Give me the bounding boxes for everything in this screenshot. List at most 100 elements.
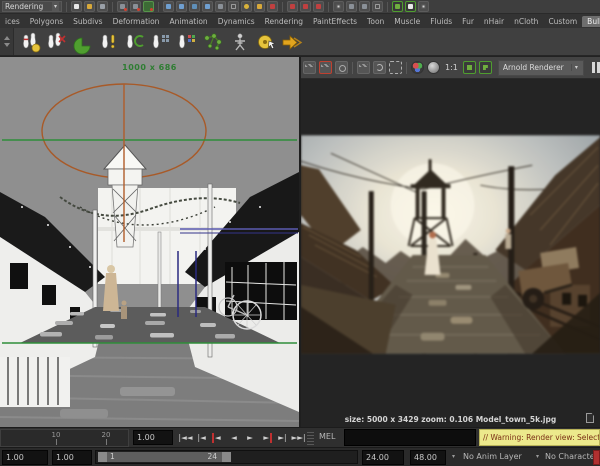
render-region-icon[interactable]: [389, 61, 402, 74]
bullet-rigid-body-icon[interactable]: [23, 33, 40, 52]
bullet-constraint-icon[interactable]: [102, 35, 114, 48]
ipr-render-icon[interactable]: [357, 61, 370, 74]
save-scene-icon[interactable]: [97, 1, 108, 12]
highlight-icon[interactable]: [267, 1, 278, 12]
shelf-tab-ncloth[interactable]: nCloth: [509, 16, 543, 27]
keep-image-icon[interactable]: [463, 61, 476, 74]
snap-magnet-3-icon[interactable]: [313, 1, 324, 12]
shelf-tab-polygons[interactable]: Polygons: [25, 16, 68, 27]
snap-magnet-1-icon[interactable]: [287, 1, 298, 12]
command-line-input[interactable]: [344, 429, 476, 446]
mel-label[interactable]: MEL: [319, 432, 335, 441]
bullet-soft-body-icon[interactable]: [48, 33, 65, 48]
render-icon[interactable]: [303, 61, 316, 74]
shelf-tab-surfaces[interactable]: ices: [0, 16, 25, 27]
range-start-handle[interactable]: [98, 452, 107, 462]
anim-layer-caret-icon[interactable]: ▾: [452, 453, 455, 460]
renderer-dropdown[interactable]: Arnold Renderer ▾: [498, 60, 584, 76]
play-forwards-button[interactable]: ►: [243, 430, 258, 446]
alpha-channel-icon[interactable]: [427, 61, 440, 74]
shelf-tab-painteffects[interactable]: PaintEffects: [308, 16, 362, 27]
animation-end-field[interactable]: 48.00: [410, 450, 446, 465]
select-component-icon[interactable]: [189, 1, 200, 12]
bullet-interactive-playback-icon[interactable]: [259, 35, 276, 48]
playback-start-field[interactable]: 1.00: [52, 450, 92, 465]
pause-ipr-icon[interactable]: [591, 62, 600, 73]
maya-window: Rendering ▾ ices: [0, 0, 600, 466]
bullet-ragdoll-icon[interactable]: [235, 33, 245, 49]
render-canvas[interactable]: [301, 79, 600, 410]
viewport-panel[interactable]: 1000 x 686: [0, 57, 299, 428]
animation-start-field[interactable]: 1.00: [2, 450, 48, 465]
shelf-tab-nhair[interactable]: nHair: [479, 16, 509, 27]
shelf-tab-deformation[interactable]: Deformation: [108, 16, 165, 27]
snap-to-curve-icon[interactable]: [130, 1, 141, 12]
redo-previous-render-icon[interactable]: [319, 61, 332, 74]
range-slider[interactable]: 1 24: [95, 450, 358, 464]
go-to-end-button[interactable]: ►►|: [291, 430, 306, 446]
shelf-tab-fur[interactable]: Fur: [457, 16, 479, 27]
step-forward-frame-button[interactable]: ►|: [275, 430, 290, 446]
time-slider[interactable]: 10 20: [0, 429, 129, 447]
bullet-color-set-icon[interactable]: [179, 35, 195, 48]
step-forward-key-button[interactable]: ►: [259, 430, 274, 446]
snap-magnet-2-icon[interactable]: [300, 1, 311, 12]
bullet-export-icon[interactable]: [283, 36, 301, 49]
viewport-scene[interactable]: [0, 57, 299, 428]
snap-to-grid-icon[interactable]: [117, 1, 128, 12]
child-figure[interactable]: [121, 301, 127, 320]
rgb-channels-icon[interactable]: [411, 61, 424, 74]
refresh-ipr-icon[interactable]: [373, 61, 386, 74]
ipr-render-icon[interactable]: [359, 1, 370, 12]
bullet-collider-icon[interactable]: [74, 38, 90, 54]
shelf-tab-fluids[interactable]: Fluids: [425, 16, 457, 27]
range-end-handle[interactable]: [222, 452, 231, 462]
shelf-tab-toon[interactable]: Toon: [362, 16, 389, 27]
go-to-start-button[interactable]: |◄◄: [178, 430, 193, 446]
shelf-tab-animation[interactable]: Animation: [164, 16, 212, 27]
shelf-tab-bullet[interactable]: Bullet: [582, 16, 600, 27]
lock-icon[interactable]: [254, 1, 265, 12]
shelf-tab-subdivs[interactable]: Subdivs: [68, 16, 107, 27]
auto-keyframe-toggle[interactable]: [593, 450, 600, 465]
range-slider-bar[interactable]: 1 24: [98, 452, 231, 462]
shelf-tab-dynamics[interactable]: Dynamics: [213, 16, 260, 27]
snap-to-point-icon[interactable]: [143, 1, 154, 12]
step-back-frame-button[interactable]: |◄: [194, 430, 209, 446]
help-icon[interactable]: [241, 1, 252, 12]
playback-end-field[interactable]: 24.00: [362, 450, 404, 465]
remove-image-icon[interactable]: [479, 61, 492, 74]
snapshot-icon[interactable]: [335, 61, 348, 74]
bullet-joints-icon[interactable]: [205, 33, 221, 49]
select-object-icon[interactable]: [176, 1, 187, 12]
grid-snap-icon[interactable]: [215, 1, 226, 12]
open-scene-icon[interactable]: [84, 1, 95, 12]
shelf-toggle[interactable]: [0, 28, 14, 55]
construction-history-icon[interactable]: [392, 1, 403, 12]
one-to-one-button[interactable]: 1:1: [443, 63, 460, 72]
render-view-icon[interactable]: [333, 1, 344, 12]
character-set-caret-icon[interactable]: ▾: [536, 453, 539, 460]
selection-mask-icon[interactable]: [228, 1, 239, 12]
anim-layer-selector[interactable]: No Anim Layer: [463, 452, 522, 461]
character-set-selector[interactable]: No Character Set: [545, 452, 600, 461]
play-backwards-button[interactable]: ◄: [226, 430, 241, 446]
shelf-tab-muscle[interactable]: Muscle: [389, 16, 425, 27]
separator: [406, 62, 407, 74]
new-scene-icon[interactable]: [71, 1, 82, 12]
render-frame-icon[interactable]: [346, 1, 357, 12]
menu-set-selector[interactable]: Rendering ▾: [2, 1, 62, 12]
shelf-tab-custom[interactable]: Custom: [543, 16, 582, 27]
viewport-renderer-icon[interactable]: [405, 1, 416, 12]
bullet-membership-icon[interactable]: [127, 35, 143, 48]
grid-dots-icon[interactable]: [418, 1, 429, 12]
bullet-set-icon[interactable]: [153, 35, 169, 48]
render-settings-icon[interactable]: [372, 1, 383, 12]
select-hierarchy-icon[interactable]: [163, 1, 174, 12]
command-feedback-warning[interactable]: // Warning: Render view: Selected region: [479, 429, 600, 446]
command-line-drag-handle[interactable]: [307, 431, 314, 445]
step-back-key-button[interactable]: ◄: [210, 430, 225, 446]
make-live-icon[interactable]: [202, 1, 213, 12]
current-time-field[interactable]: 1.00: [133, 430, 173, 445]
shelf-tab-rendering[interactable]: Rendering: [260, 16, 308, 27]
